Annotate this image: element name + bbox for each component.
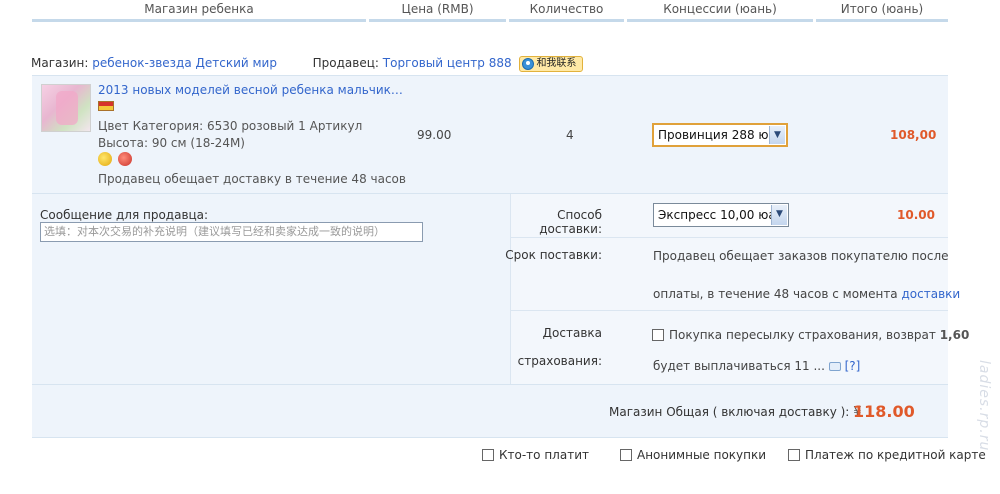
shipping-selected: Экспресс 10,00 юан xyxy=(658,208,784,222)
pay-by-other-label: Кто-то платит xyxy=(499,448,589,462)
store-name-link[interactable]: ребенок-звезда Детский мир xyxy=(92,56,277,70)
service-icons xyxy=(98,152,134,168)
bottom-options: Кто-то платит Анонимные покупки Платеж п… xyxy=(0,446,1000,494)
pay-by-other-checkbox[interactable] xyxy=(482,449,494,461)
store-label: Магазин: xyxy=(31,56,89,70)
shop-total-row: Магазин Общая ( включая доставку ): ¥ 11… xyxy=(32,384,948,438)
shipping-label: Способ доставки: xyxy=(539,208,602,236)
item-price: 99.00 xyxy=(417,128,452,142)
insurance-more-text: будет выплачиваться 11 ... xyxy=(653,359,825,373)
item-total: 108,00 xyxy=(890,128,937,142)
insurance-value: 1,60 xyxy=(939,328,970,342)
message-label: Сообщение для продавца: xyxy=(40,208,209,222)
insurance-checkbox[interactable] xyxy=(652,329,664,341)
delivery-time-line2: оплаты, в течение 48 часов с момента дос… xyxy=(653,286,960,302)
concession-selected: Провинция 288 юан xyxy=(658,128,784,142)
options-separator-1 xyxy=(511,237,948,238)
watermark: ladies.rp.ru xyxy=(976,360,992,452)
col-header-price: Цена (RMB) xyxy=(369,0,506,22)
delivery-link[interactable]: доставки xyxy=(902,287,961,301)
anonymous-purchase-option[interactable]: Анонимные покупки xyxy=(620,448,766,462)
col-header-concessions: Концессии (юань) xyxy=(627,0,813,22)
pay-by-other-option[interactable]: Кто-то платит xyxy=(482,448,589,462)
contact-seller-label: 和我联系 xyxy=(536,57,577,69)
chevron-down-icon: ▼ xyxy=(771,205,787,225)
delivery-time-text: оплаты, в течение 48 часов с момента xyxy=(653,287,898,301)
china-flag-icon xyxy=(98,101,114,111)
insurance-line1: Покупка пересылку страхования, возврат 1… xyxy=(652,327,969,343)
message-input[interactable]: 选填：对本次交易的补充说明（建议填写已经和卖家达成一致的说明） xyxy=(40,222,423,242)
credit-card-label: Платеж по кредитной карте xyxy=(805,448,986,462)
red-badge-icon[interactable] xyxy=(117,152,132,166)
shop-total-value: 118.00 xyxy=(853,402,915,421)
contact-seller-button[interactable]: 和我联系 xyxy=(519,55,584,72)
delivery-time-line1: Продавец обещает заказов покупателю посл… xyxy=(653,249,949,263)
product-thumbnail[interactable] xyxy=(41,84,91,132)
concession-select[interactable]: Провинция 288 юан ▼ xyxy=(652,123,788,147)
product-title-link[interactable]: 2013 новых моделей весной ребенка мальчи… xyxy=(98,83,403,97)
delivery-time-label: Срок поставки: xyxy=(505,248,602,262)
col-header-shop: Магазин ребенка xyxy=(32,0,366,22)
shop-total-label: Магазин Общая ( включая доставку ): ¥ xyxy=(609,405,861,420)
anonymous-purchase-checkbox[interactable] xyxy=(620,449,632,461)
col-header-total: Итого (юань) xyxy=(816,0,948,22)
product-size-attr: Высота: 90 см (18-24M) xyxy=(98,136,245,150)
insurance-help-link[interactable]: [?] xyxy=(845,359,861,373)
seller-label: Продавец: xyxy=(312,56,379,70)
chat-icon xyxy=(522,57,535,70)
credit-card-option[interactable]: Платеж по кредитной карте xyxy=(788,448,986,462)
credit-card-checkbox[interactable] xyxy=(788,449,800,461)
delivery-promise: Продавец обещает доставку в течение 48 ч… xyxy=(98,172,406,186)
seller-name-link[interactable]: Торговый центр 888 xyxy=(383,56,512,70)
cart-header: Магазин ребенка Цена (RMB) Количество Ко… xyxy=(32,0,948,22)
chevron-down-icon: ▼ xyxy=(769,126,785,144)
insurance-label-line2: страхования: xyxy=(517,354,602,368)
item-quantity: 4 xyxy=(566,128,574,142)
shop-total-text: Магазин Общая ( включая доставку ): xyxy=(609,405,850,419)
cart-item-row: 2013 новых моделей весной ребенка мальчи… xyxy=(32,75,948,193)
product-color-attr: Цвет Категория: 6530 розовый 1 Артикул xyxy=(98,119,363,133)
insurance-text: Покупка пересылку страхования, возврат xyxy=(669,328,936,342)
insurance-line2: будет выплачиваться 11 ... [?] xyxy=(653,358,860,374)
yellow-badge-icon[interactable] xyxy=(98,152,112,166)
comment-icon[interactable] xyxy=(828,362,841,371)
shipping-cost: 10.00 xyxy=(897,208,935,222)
shop-line: Магазин: ребенок-звезда Детский мир Прод… xyxy=(31,54,584,72)
options-separator-2 xyxy=(511,310,948,311)
col-header-quantity: Количество xyxy=(509,0,624,22)
anonymous-purchase-label: Анонимные покупки xyxy=(637,448,767,462)
insurance-label-line1: Доставка xyxy=(542,326,602,340)
order-options: Сообщение для продавца: 选填：对本次交易的补充说明（建议… xyxy=(32,193,969,385)
shipping-select[interactable]: Экспресс 10,00 юан ▼ xyxy=(653,203,789,227)
